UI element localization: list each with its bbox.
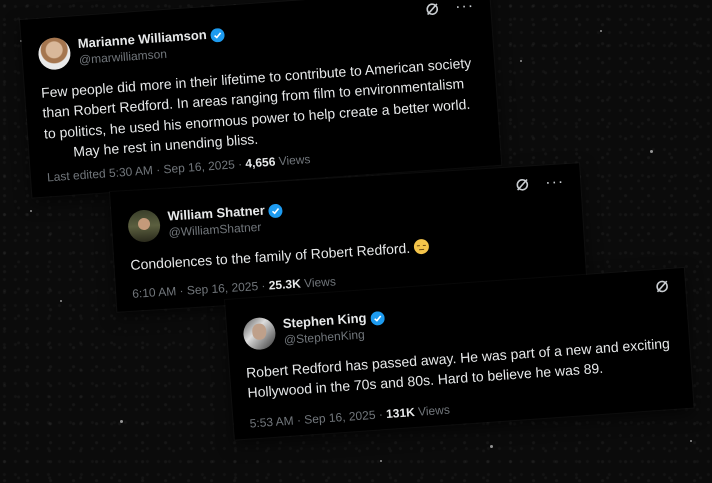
timestamp[interactable]: 5:53 AM · Sep 16, 2025 ·	[249, 407, 386, 430]
view-count: 131K	[385, 405, 416, 422]
verified-badge-icon	[370, 310, 385, 325]
pensive-face-emoji-icon	[413, 238, 430, 255]
avatar[interactable]	[242, 316, 277, 351]
grok-icon[interactable]	[515, 177, 530, 192]
grok-icon[interactable]	[655, 279, 670, 294]
grok-icon[interactable]	[425, 2, 440, 17]
verified-badge-icon	[268, 203, 283, 218]
views-label: Views	[278, 152, 311, 169]
tweet-card[interactable]: ··· Marianne Williamson @marwilliamson F…	[20, 0, 502, 198]
more-options-icon[interactable]: ···	[545, 173, 565, 191]
avatar[interactable]	[127, 209, 162, 243]
more-options-icon[interactable]: ···	[455, 0, 475, 16]
views-label: Views	[303, 274, 337, 291]
views-label: Views	[417, 402, 451, 419]
tweet-text-paragraph: Condolences to the family of Robert Redf…	[129, 239, 411, 273]
verified-badge-icon	[210, 27, 225, 42]
tweet-text: Few people did more in their lifetime to…	[40, 52, 483, 164]
tweet-meta: 5:53 AM · Sep 16, 2025 · 131K Views	[249, 403, 450, 431]
view-count: 25.3K	[268, 276, 302, 293]
avatar[interactable]	[37, 36, 72, 71]
view-count: 4,656	[244, 154, 276, 171]
